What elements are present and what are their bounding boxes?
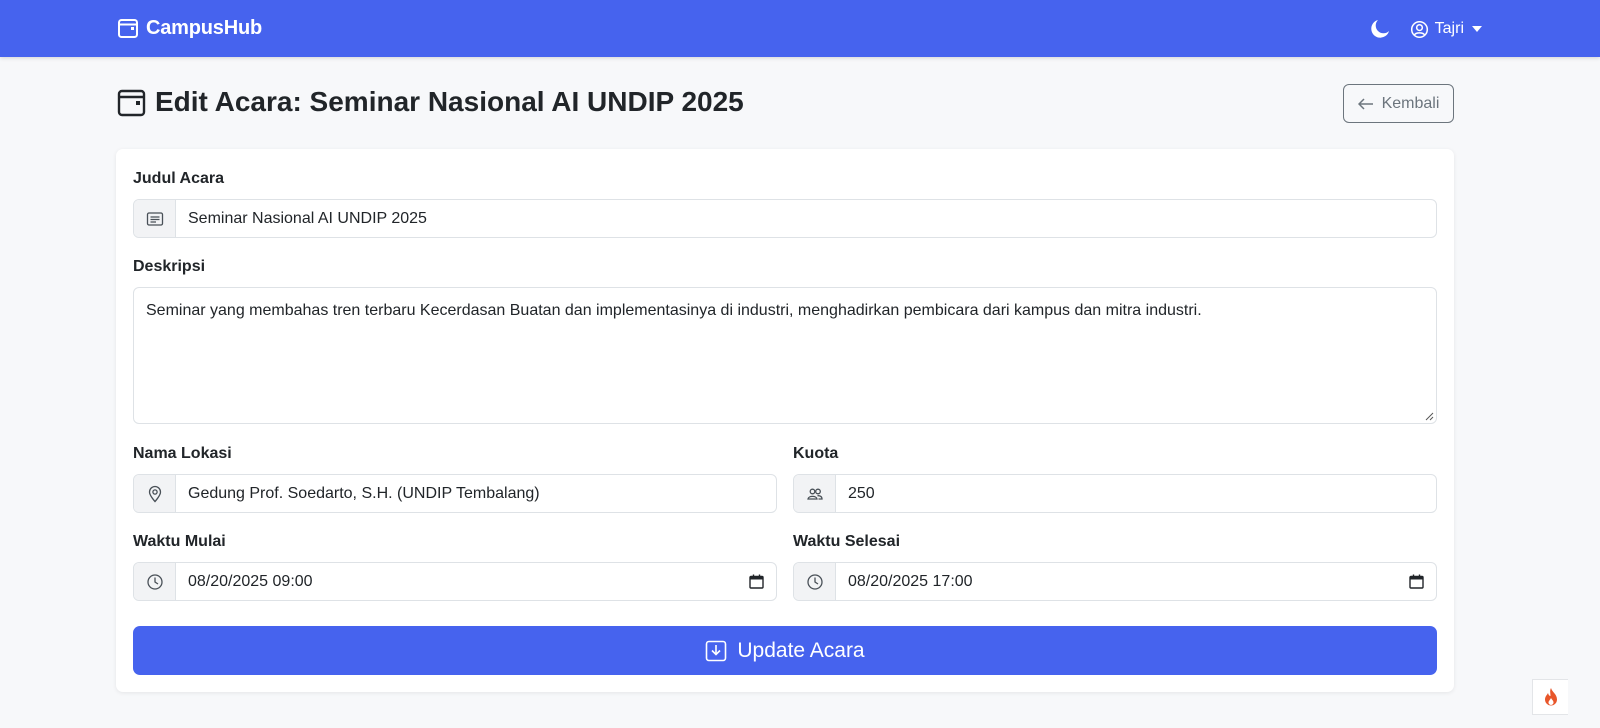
resize-handle-icon[interactable] [1425, 412, 1434, 421]
kuota-input[interactable]: 250 [836, 475, 1436, 512]
lokasi-input[interactable]: Gedung Prof. Soedarto, S.H. (UNDIP Temba… [176, 475, 776, 512]
calendar-picker-icon[interactable] [1396, 563, 1436, 600]
geo-pin-icon [134, 475, 176, 512]
clock-icon [794, 563, 836, 600]
deskripsi-text: Seminar yang membahas tren terbaru Kecer… [146, 302, 1202, 319]
calendar-icon [118, 19, 138, 38]
caret-down-icon [1472, 26, 1482, 32]
brand-name: CampusHub [146, 16, 262, 39]
mulai-input[interactable]: 08/20/2025 09:00 [176, 563, 736, 600]
mulai-label: Waktu Mulai [133, 533, 226, 550]
lokasi-label: Nama Lokasi [133, 445, 232, 462]
update-acara-label: Update Acara [737, 638, 865, 662]
judul-input[interactable]: Seminar Nasional AI UNDIP 2025 [176, 200, 1436, 237]
kuota-label: Kuota [793, 445, 839, 462]
judul-input-group: Seminar Nasional AI UNDIP 2025 [133, 199, 1437, 238]
top-navbar: CampusHub Tajri [0, 0, 1600, 57]
people-icon [794, 475, 836, 512]
clock-icon [134, 563, 176, 600]
user-dropdown[interactable]: Tajri [1410, 20, 1482, 39]
selesai-input-group: 08/20/2025 17:00 [793, 562, 1437, 601]
download-box-icon [706, 640, 727, 661]
brand-link[interactable]: CampusHub [117, 15, 262, 41]
selesai-input[interactable]: 08/20/2025 17:00 [836, 563, 1396, 600]
user-circle-icon [1410, 20, 1428, 38]
event-form-card: Judul Acara Seminar Nasional AI UNDIP 20… [116, 149, 1454, 692]
page-title: Edit Acara: Seminar Nasional AI UNDIP 20… [117, 84, 744, 120]
back-button[interactable]: Kembali [1343, 84, 1454, 123]
judul-label: Judul Acara [133, 170, 224, 187]
deskripsi-label: Deskripsi [133, 258, 206, 275]
selesai-label: Waktu Selesai [793, 533, 901, 550]
calendar-picker-icon[interactable] [736, 563, 776, 600]
flame-badge[interactable] [1532, 679, 1568, 715]
mulai-input-group: 08/20/2025 09:00 [133, 562, 777, 601]
page-title-text: Edit Acara: Seminar Nasional AI UNDIP 20… [155, 86, 744, 117]
update-acara-button[interactable]: Update Acara [133, 626, 1437, 675]
flame-icon [1544, 688, 1557, 706]
moon-icon [1370, 20, 1389, 38]
lokasi-input-group: Gedung Prof. Soedarto, S.H. (UNDIP Temba… [133, 474, 777, 513]
arrow-left-icon [1357, 97, 1373, 110]
theme-toggle-button[interactable] [1368, 17, 1392, 41]
back-button-label: Kembali [1381, 94, 1440, 112]
calendar-icon [117, 89, 146, 116]
card-text-icon [134, 200, 176, 237]
kuota-input-group: 250 [793, 474, 1437, 513]
deskripsi-textarea[interactable]: Seminar yang membahas tren terbaru Kecer… [133, 287, 1437, 424]
user-name: Tajri [1434, 20, 1464, 37]
